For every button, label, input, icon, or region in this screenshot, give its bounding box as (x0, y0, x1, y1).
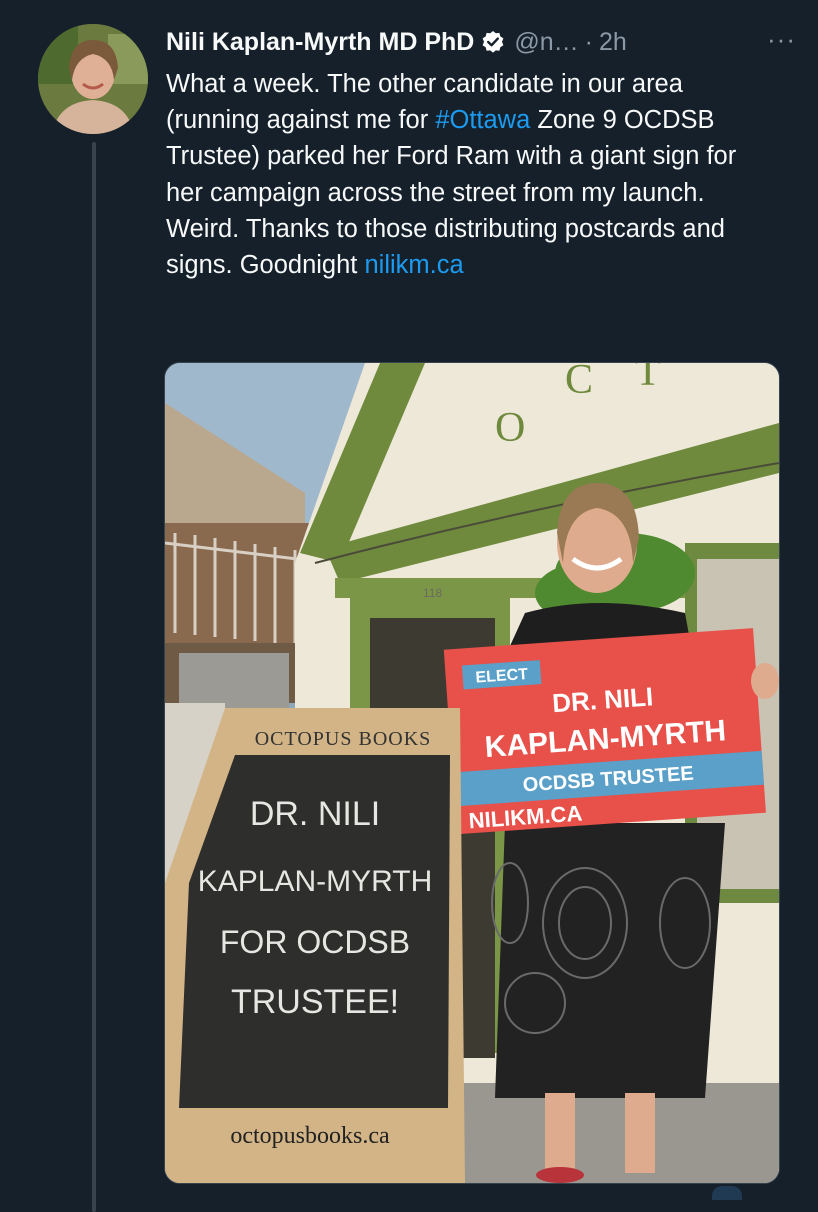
verified-badge-icon (481, 30, 505, 54)
display-name[interactable]: Nili Kaplan-Myrth MD PhD (166, 28, 474, 57)
user-handle[interactable]: @n… (514, 28, 578, 57)
avatar[interactable] (38, 24, 148, 134)
hashtag-link[interactable]: #Ottawa (435, 106, 530, 134)
chalk-line-2: KAPLAN-MYRTH (198, 865, 433, 898)
address-number: 118 (423, 586, 442, 600)
store-letter-o: O (495, 405, 525, 451)
chalk-line-1: DR. NILI (250, 795, 380, 833)
store-letter-c: C (565, 363, 593, 403)
photo-illustration: O C T 118 ELECT DR. NILI KAPLAN-MYRTH OC… (165, 363, 779, 1183)
chalk-line-4: TRUSTEE! (231, 983, 399, 1021)
campaign-sign: ELECT DR. NILI KAPLAN-MYRTH OCDSB TRUSTE… (443, 628, 766, 835)
sandwich-board: OCTOPUS BOOKS DR. NILI KAPLAN-MYRTH FOR … (165, 708, 465, 1183)
separator-dot: · (584, 27, 593, 56)
thread-line (92, 142, 96, 1212)
board-header: OCTOPUS BOOKS (255, 728, 432, 750)
tweet-header: Nili Kaplan-Myrth MD PhD @n… · 2h ··· (166, 24, 798, 60)
chalk-line-3: FOR OCDSB (220, 924, 410, 960)
url-link[interactable]: nilikm.ca (364, 251, 463, 279)
tweet-text: What a week. The other candidate in our … (166, 66, 776, 283)
partial-action-icon[interactable] (712, 1186, 742, 1200)
tweet-photo[interactable]: O C T 118 ELECT DR. NILI KAPLAN-MYRTH OC… (164, 362, 780, 1184)
board-footer: octopusbooks.ca (230, 1123, 390, 1149)
more-horizontal-icon[interactable]: ··· (767, 24, 796, 55)
timestamp[interactable]: 2h (599, 28, 627, 57)
store-letter-t: T (635, 363, 661, 395)
